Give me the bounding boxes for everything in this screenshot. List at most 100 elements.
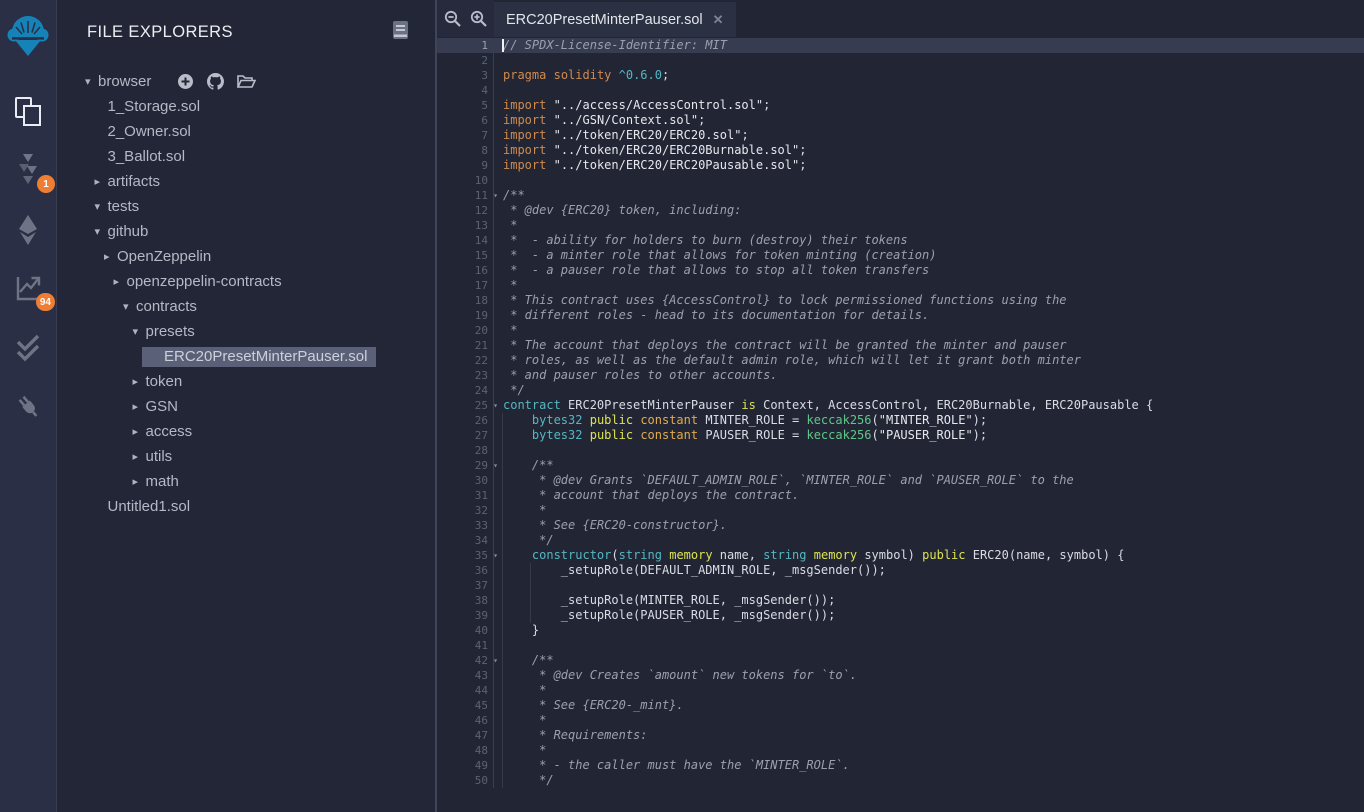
code-line-36: 36 _setupRole(DEFAULT_ADMIN_ROLE, _msgSe… bbox=[437, 563, 1364, 578]
tab-erc20presetminterpauser[interactable]: ERC20PresetMinterPauser.sol ✕ bbox=[494, 2, 736, 37]
tree-folder-token[interactable]: ▸token bbox=[57, 369, 435, 394]
code-editor[interactable]: 1// SPDX-License-Identifier: MIT23pragma… bbox=[437, 37, 1364, 788]
tree-folder-artifacts[interactable]: ▸artifacts bbox=[57, 169, 435, 194]
indent-guide bbox=[502, 608, 503, 623]
fold-arrow-icon[interactable]: ▾ bbox=[488, 188, 503, 203]
indent-guide bbox=[502, 728, 503, 743]
fold-spacer bbox=[488, 278, 503, 293]
caret-right-icon[interactable]: ▸ bbox=[133, 475, 146, 488]
solidity-compiler-icon[interactable]: 1 bbox=[11, 153, 45, 187]
plugin-manager-icon[interactable] bbox=[11, 389, 45, 423]
tree-item-label: 1_Storage.sol bbox=[108, 98, 201, 115]
analysis-badge: 94 bbox=[36, 293, 55, 311]
fold-spacer bbox=[488, 248, 503, 263]
indent-guide bbox=[502, 548, 503, 563]
tree-folder-contracts[interactable]: ▾contracts bbox=[57, 294, 435, 319]
code-text: * @dev {ERC20} token, including: bbox=[503, 203, 741, 218]
caret-down-icon[interactable]: ▾ bbox=[123, 300, 136, 313]
unit-testing-icon[interactable] bbox=[11, 331, 45, 365]
code-text: /** bbox=[503, 458, 554, 473]
fold-spacer bbox=[488, 203, 503, 218]
code-text: _setupRole(PAUSER_ROLE, _msgSender()); bbox=[503, 608, 835, 623]
line-number: 7 bbox=[440, 128, 488, 143]
tree-folder-tests[interactable]: ▾tests bbox=[57, 194, 435, 219]
tree-folder-utils[interactable]: ▸utils bbox=[57, 444, 435, 469]
line-number: 19 bbox=[440, 308, 488, 323]
fold-spacer bbox=[488, 353, 503, 368]
deploy-run-icon[interactable] bbox=[11, 213, 45, 247]
tree-file-3-ballot-sol[interactable]: 3_Ballot.sol bbox=[57, 144, 435, 169]
zoom-in-icon[interactable] bbox=[470, 10, 487, 27]
line-number: 26 bbox=[440, 413, 488, 428]
fold-arrow-icon[interactable]: ▾ bbox=[488, 398, 503, 413]
caret-right-icon[interactable]: ▸ bbox=[133, 400, 146, 413]
code-text: * bbox=[503, 503, 546, 518]
tree-file-1-storage-sol[interactable]: 1_Storage.sol bbox=[57, 94, 435, 119]
github-import-icon[interactable] bbox=[207, 73, 224, 90]
zoom-out-icon[interactable] bbox=[444, 10, 461, 27]
editor-area: ERC20PresetMinterPauser.sol ✕ 1// SPDX-L… bbox=[437, 0, 1364, 812]
code-line-47: 47 * Requirements: bbox=[437, 728, 1364, 743]
code-line-10: 10 bbox=[437, 173, 1364, 188]
tree-folder-presets[interactable]: ▾presets bbox=[57, 319, 435, 344]
code-text: * bbox=[503, 713, 546, 728]
line-number: 29 bbox=[440, 458, 488, 473]
create-file-icon[interactable] bbox=[177, 73, 194, 90]
caret-right-icon[interactable]: ▸ bbox=[133, 375, 146, 388]
line-number: 46 bbox=[440, 713, 488, 728]
caret-right-icon[interactable]: ▸ bbox=[95, 175, 108, 188]
line-number: 24 bbox=[440, 383, 488, 398]
code-line-13: 13 * bbox=[437, 218, 1364, 233]
file-tree: ▾browser 1_Storage.sol 2_Owner.sol 3_Ballot… bbox=[57, 69, 435, 519]
tree-folder-openzeppelin-contracts[interactable]: ▸openzeppelin-contracts bbox=[57, 269, 435, 294]
code-text: * bbox=[503, 323, 517, 338]
tree-folder-github[interactable]: ▾github bbox=[57, 219, 435, 244]
code-line-16: 16 * - a pauser role that allows to stop… bbox=[437, 263, 1364, 278]
indent-guide bbox=[502, 413, 503, 428]
caret-down-icon[interactable]: ▾ bbox=[133, 325, 146, 338]
code-line-21: 21 * The account that deploys the contra… bbox=[437, 338, 1364, 353]
caret-right-icon[interactable]: ▸ bbox=[133, 425, 146, 438]
caret-down-icon[interactable]: ▾ bbox=[85, 75, 98, 88]
indent-guide bbox=[502, 698, 503, 713]
code-line-35: 35▾ constructor(string memory name, stri… bbox=[437, 548, 1364, 563]
indent-guide bbox=[530, 578, 531, 593]
tree-folder-math[interactable]: ▸math bbox=[57, 469, 435, 494]
panel-title: FILE EXPLORERS bbox=[87, 23, 233, 42]
tree-folder-browser[interactable]: ▾browser bbox=[57, 69, 435, 94]
remix-logo-icon[interactable] bbox=[6, 13, 50, 59]
browser-actions bbox=[177, 73, 256, 90]
indent-guide bbox=[502, 563, 503, 578]
tree-folder-gsn[interactable]: ▸GSN bbox=[57, 394, 435, 419]
panel-header: FILE EXPLORERS bbox=[57, 0, 435, 45]
indent-guide bbox=[502, 593, 503, 608]
tree-file-2-owner-sol[interactable]: 2_Owner.sol bbox=[57, 119, 435, 144]
tree-file-erc20presetminterpauser-sol[interactable]: ERC20PresetMinterPauser.sol bbox=[57, 344, 435, 369]
caret-down-icon[interactable]: ▾ bbox=[95, 200, 108, 213]
tree-item-label: 2_Owner.sol bbox=[108, 123, 191, 140]
code-text: * Requirements: bbox=[503, 728, 648, 743]
code-text: * See {ERC20-_mint}. bbox=[503, 698, 684, 713]
caret-down-icon[interactable]: ▾ bbox=[95, 225, 108, 238]
fold-spacer bbox=[488, 83, 503, 98]
file-explorer-icon[interactable] bbox=[11, 95, 45, 129]
tree-folder-openzeppelin[interactable]: ▸OpenZeppelin bbox=[57, 244, 435, 269]
caret-right-icon[interactable]: ▸ bbox=[133, 450, 146, 463]
tree-folder-access[interactable]: ▸access bbox=[57, 419, 435, 444]
code-text: * The account that deploys the contract … bbox=[503, 338, 1067, 353]
close-tab-icon[interactable]: ✕ bbox=[713, 12, 724, 28]
open-folder-icon[interactable] bbox=[237, 74, 256, 89]
indent-guide bbox=[502, 503, 503, 518]
caret-right-icon[interactable]: ▸ bbox=[104, 250, 117, 263]
caret-right-icon[interactable]: ▸ bbox=[114, 275, 127, 288]
static-analysis-icon[interactable]: 94 bbox=[11, 271, 45, 305]
code-text: bytes32 public constant PAUSER_ROLE = ke… bbox=[503, 428, 987, 443]
code-line-27: 27 bytes32 public constant PAUSER_ROLE =… bbox=[437, 428, 1364, 443]
code-text: bytes32 public constant MINTER_ROLE = ke… bbox=[503, 413, 987, 428]
book-icon[interactable] bbox=[392, 20, 409, 45]
line-number: 2 bbox=[440, 53, 488, 68]
tree-file-untitled1-sol[interactable]: Untitled1.sol bbox=[57, 494, 435, 519]
file-explorers-panel: FILE EXPLORERS ▾browser 1_Storage.sol 2_Ow… bbox=[57, 0, 437, 812]
fold-spacer bbox=[488, 113, 503, 128]
code-line-33: 33 * See {ERC20-constructor}. bbox=[437, 518, 1364, 533]
